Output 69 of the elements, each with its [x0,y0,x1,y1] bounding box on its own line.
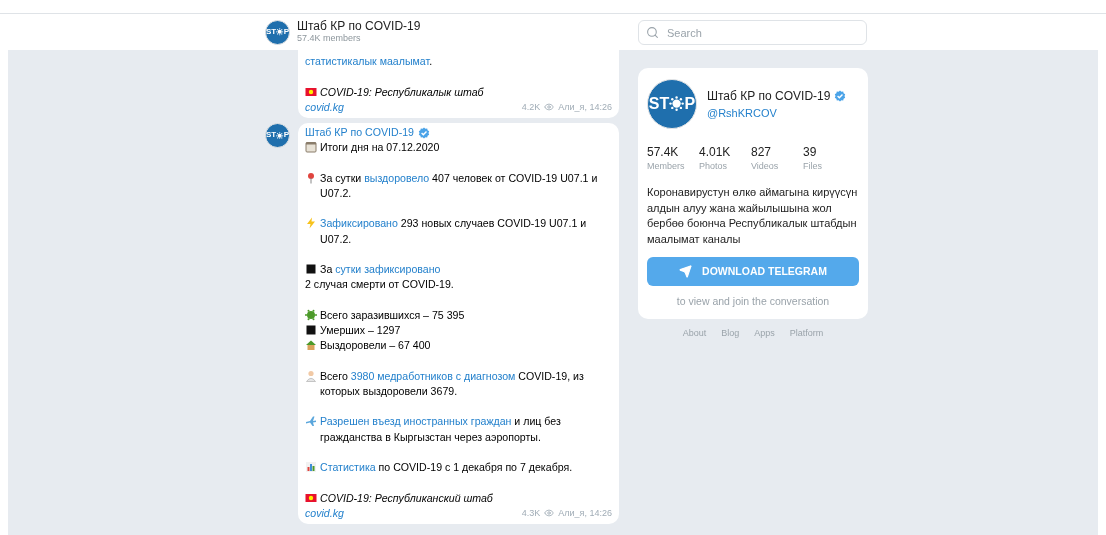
virus-icon [276,28,284,36]
search-field[interactable]: Search [638,20,867,45]
channel-description: Коронавирустун өлкө аймагына кирүүсүн алдын алуу жана жайылышына жол бербөө боюнча Республикалык штабдын маалымат каналы [647,185,859,247]
footer-link[interactable]: Apps [754,326,775,341]
view-count: 4.2K [521,100,541,114]
virus-icon [669,96,685,112]
message-text: Всего заразившихся – 75 395 [320,307,465,323]
link[interactable]: Статистика [320,461,376,474]
message-text: Итоги дня на 07.12.2020 [320,140,440,156]
stat-label: Members [647,160,686,173]
post-signature: Али_я, 14:26 [558,506,612,520]
message-text: Статистика по COVID-19 с 1 декабря по 7 декабря. [320,460,573,476]
channel-name: Штаб КР по COVID-19 [707,87,831,105]
link[interactable]: Зафиксировано [320,217,398,230]
link[interactable]: выздоровело [364,171,430,184]
square-icon [305,323,317,336]
channel-title: Штаб КР по COVID-19 [297,20,421,32]
message-text: За сутки зафиксировано [320,262,441,277]
message-text: статистикалык маалымат. [305,54,433,69]
link[interactable]: Разрешен въезд иностранных граждан [320,415,512,428]
stat-value: 39 [803,145,818,159]
square-icon [305,263,317,275]
channel-avatar: ST P [265,122,290,148]
eye-icon [544,102,555,113]
flag-icon [305,491,317,504]
message-text: COVID-19: Республиканский штаб [320,490,493,506]
house-icon [305,339,317,352]
message-text: 2 случая смерти от COVID-19. [305,277,454,293]
flag-icon [305,85,317,98]
join-hint: to view and join the conversation [675,294,831,309]
message-text: Всего 3980 медработников с диагнозом COVID-19, из которых выздоровели 3679. [320,368,585,399]
footer-link[interactable]: Platform [789,326,824,341]
stat-value: 827 [751,145,773,159]
link[interactable]: covid.kg [305,505,344,521]
message-text: COVID-19: Республикалык штаб [320,84,484,100]
lightning-icon [305,217,317,230]
message-text: Умерших – 1297 [320,322,401,338]
pin-icon [305,171,317,184]
post-signature: Али_я, 14:26 [558,100,612,114]
virus-icon [305,308,317,321]
message-text: Разрешен въезд иностранных граждан и лиц без гражданства в Кыргызстан через аэропорты. [320,414,562,445]
virus-icon [276,131,284,140]
stat-value: 4.01K [699,145,732,159]
airplane-icon [305,415,317,428]
stat-value: 57.4K [647,145,680,159]
calendar-icon [305,141,317,154]
stat-label: Videos [751,160,780,173]
channel-handle[interactable]: @RshKRCOV [707,104,847,122]
bar-chart-icon [305,461,317,474]
download-button[interactable]: DOWNLOAD TELEGRAM [647,257,859,286]
footer-link[interactable]: About [682,326,707,341]
link[interactable]: covid.kg [305,99,344,115]
link[interactable]: сутки зафиксировано [335,263,441,275]
doctor-icon [305,369,317,382]
view-count: 4.3K [521,506,541,520]
channel-avatar: ST P [265,19,290,45]
channel-avatar: ST P [647,79,697,129]
stat-label: Photos [699,160,729,173]
message-text: Выздоровели – 67 400 [320,338,431,354]
search-icon [646,25,659,39]
footer-link[interactable]: Blog [721,326,740,341]
message-text: Зафиксировано 293 новых случаев COVID-19 U07.1 и U07.2. [320,216,588,247]
paper-plane-icon [679,265,693,278]
message-author[interactable]: Штаб КР по COVID-19 [305,124,414,141]
member-count: 57.4K members [297,32,362,44]
link[interactable]: 3980 медработников с диагнозом [350,369,516,382]
stat-label: Files [803,160,823,173]
eye-icon [544,508,555,519]
message-text: За сутки выздоровело 407 человек от COVID-19 U07.1 и U07.2. [320,170,599,201]
